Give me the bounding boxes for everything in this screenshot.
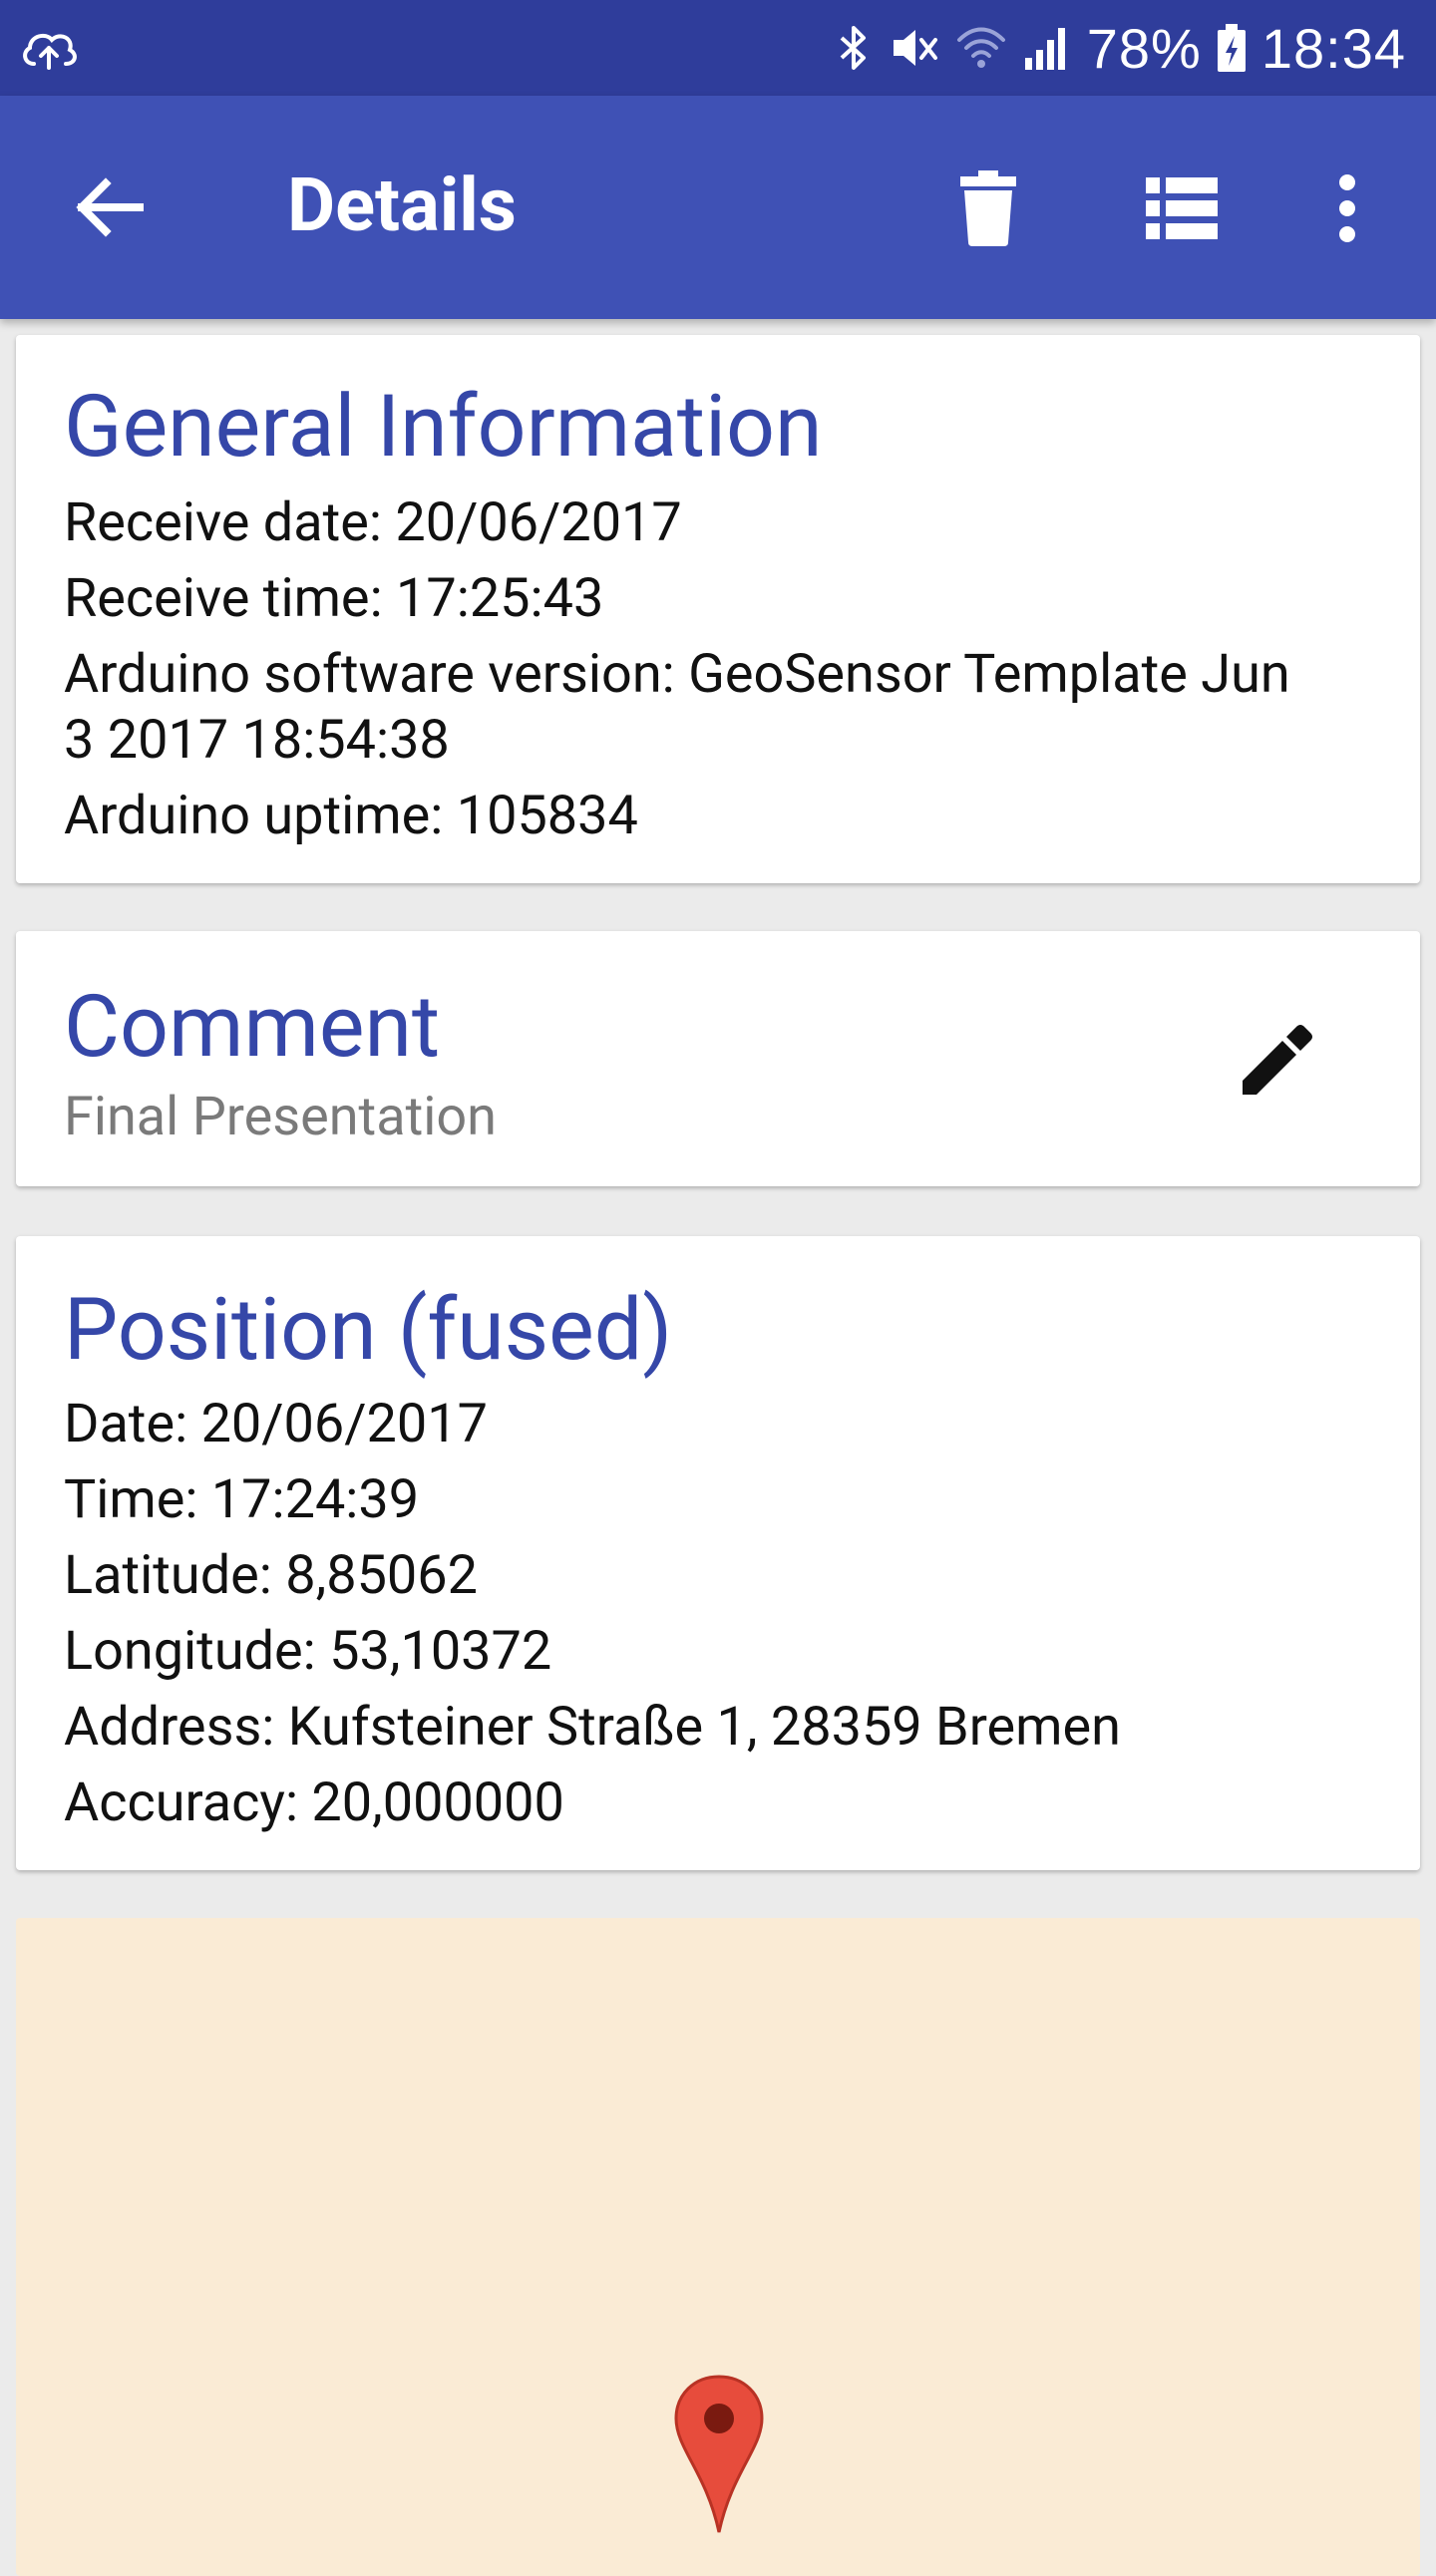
position-date: Date: 20/06/2017 [64, 1393, 488, 1455]
longitude: Longitude: 53,10372 [64, 1620, 552, 1683]
battery-icon [1217, 24, 1246, 72]
map-view[interactable] [16, 1918, 1420, 2576]
wifi-icon [956, 27, 1005, 68]
more-vert-icon [1339, 174, 1355, 242]
delete-icon [960, 170, 1016, 246]
receive-time: Receive time: 17:25:43 [64, 567, 604, 630]
position-card: Position (fused) Date: 20/06/2017 Time: … [16, 1236, 1420, 1870]
map-marker-icon[interactable] [672, 2373, 766, 2536]
page-title: Details [287, 162, 517, 249]
bluetooth-icon [840, 26, 866, 70]
battery-percent: 78% [1086, 16, 1202, 80]
arduino-uptime: Arduino uptime: 105834 [64, 785, 638, 847]
software-version-line2: 3 2017 18:54:38 [64, 709, 450, 772]
app-bar: Details [0, 96, 1436, 319]
back-arrow-icon[interactable] [70, 167, 150, 247]
latitude: Latitude: 8,85062 [64, 1544, 478, 1607]
comment-value: Final Presentation [64, 1086, 497, 1148]
mute-icon [893, 30, 937, 66]
signal-icon [1024, 28, 1065, 70]
address: Address: Kufsteiner Straße 1, 28359 Brem… [64, 1696, 1121, 1759]
clock: 18:34 [1260, 16, 1406, 80]
position-title: Position (fused) [64, 1279, 673, 1380]
more-options-button[interactable] [1304, 165, 1390, 251]
cloud-upload-icon [23, 33, 77, 70]
position-time: Time: 17:24:39 [64, 1468, 420, 1531]
comment-title: Comment [64, 976, 441, 1077]
list-view-button[interactable] [1139, 165, 1225, 251]
list-icon [1146, 177, 1218, 239]
accuracy: Accuracy: 20,000000 [64, 1771, 564, 1834]
delete-button[interactable] [945, 165, 1031, 251]
general-information-title: General Information [64, 376, 823, 477]
general-information-card: General Information Receive date: 20/06/… [16, 335, 1420, 883]
edit-pencil-icon[interactable] [1239, 1023, 1314, 1099]
software-version-line1: Arduino software version: GeoSensor Temp… [64, 643, 1290, 706]
comment-card[interactable]: Comment Final Presentation [16, 931, 1420, 1186]
receive-date: Receive date: 20/06/2017 [64, 491, 682, 554]
status-bar: 78% 18:34 [0, 0, 1436, 96]
